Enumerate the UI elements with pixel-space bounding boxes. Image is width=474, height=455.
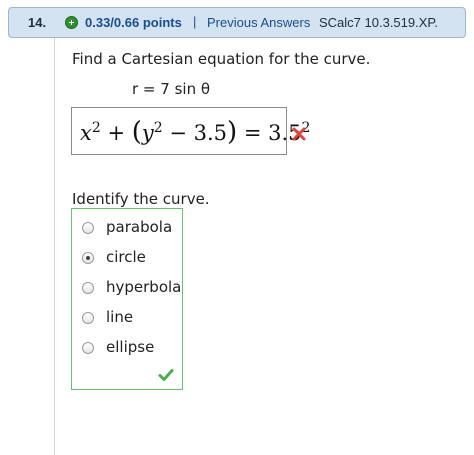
cartesian-answer-field[interactable]: x2 + (y2 − 3.5) = 3.52 <box>71 107 310 155</box>
radio-ellipse[interactable] <box>82 342 94 354</box>
radio-line[interactable] <box>82 312 94 324</box>
question-id: SCalc7 10.3.519.XP. <box>319 15 439 30</box>
answer-x: x <box>80 121 92 145</box>
option-label: circle <box>106 248 146 266</box>
answer-y: y <box>141 121 154 145</box>
expand-plus-icon[interactable] <box>65 16 78 29</box>
radio-circle[interactable] <box>82 252 94 264</box>
answer-minus: − 3.5 <box>162 121 228 145</box>
option-parabola[interactable]: parabola <box>81 217 181 239</box>
option-label: parabola <box>106 218 173 236</box>
question-number: 14. <box>28 15 47 30</box>
previous-answers-link[interactable]: Previous Answers <box>207 15 310 30</box>
option-label: ellipse <box>106 338 155 356</box>
points-score: 0.33/0.66 points <box>85 15 182 30</box>
curve-choices-group: parabola circle hyperbola line ellipse <box>71 208 183 390</box>
option-hyperbola[interactable]: hyperbola <box>81 277 181 299</box>
answer-exp-2: 2 <box>153 120 163 136</box>
option-label: line <box>106 308 134 326</box>
polar-equation: r = 7 sin θ <box>132 80 211 98</box>
question-header: 14. 0.33/0.66 points | Previous Answers … <box>8 7 466 38</box>
incorrect-x-icon <box>292 127 306 141</box>
answer-math: x2 + (y2 − 3.5) = 3.52 <box>80 117 310 147</box>
option-ellipse[interactable]: ellipse <box>81 337 181 359</box>
answer-open-paren: ( <box>131 117 142 147</box>
identify-prompt: Identify the curve. <box>72 190 210 208</box>
correct-check-icon <box>158 369 174 381</box>
radio-parabola[interactable] <box>82 222 94 234</box>
answer-plus: + <box>100 121 132 145</box>
question-prompt: Find a Cartesian equation for the curve. <box>72 50 371 68</box>
option-circle[interactable]: circle <box>81 247 181 269</box>
answer-exp-1: 2 <box>91 120 101 136</box>
content-left-rule <box>54 38 55 455</box>
radio-hyperbola[interactable] <box>82 282 94 294</box>
option-label: hyperbola <box>106 278 182 296</box>
header-separator: | <box>193 14 197 29</box>
answer-close-paren: ) <box>227 117 238 147</box>
option-line[interactable]: line <box>81 307 181 329</box>
